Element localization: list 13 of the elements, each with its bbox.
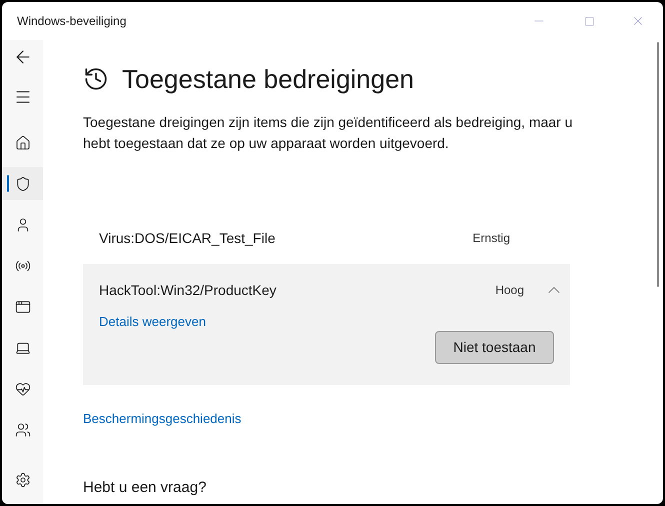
threat-name: Virus:DOS/EICAR_Test_File	[99, 228, 276, 248]
protection-history-link[interactable]: Beschermingsgeschiedenis	[83, 409, 242, 428]
disallow-button[interactable]: Niet toestaan	[435, 330, 554, 364]
question-heading: Hebt u een vraag?	[83, 478, 208, 498]
window-title: Windows-beveiliging	[17, 13, 126, 30]
page-title: Toegestane bedreigingen	[122, 63, 414, 96]
severity-label: Hoog	[495, 282, 524, 299]
page-description: Toegestane dreigingen zijn items die zijn geïdentificeerd als bedreiging, maar u hebt toegestaan dat ze op uw apparaat worden uitgevoerd.	[83, 113, 574, 153]
threat-name: HackTool:Win32/ProductKey	[99, 280, 276, 300]
threat-item[interactable]: HackTool:Win32/ProductKey Hoog Details weergeven Niet toestaan	[83, 264, 570, 385]
threat-item[interactable]: Virus:DOS/EICAR_Test_File Ernstig	[83, 212, 570, 264]
severity-label: Ernstig	[472, 230, 510, 247]
details-link[interactable]: Details weergeven	[99, 312, 206, 332]
